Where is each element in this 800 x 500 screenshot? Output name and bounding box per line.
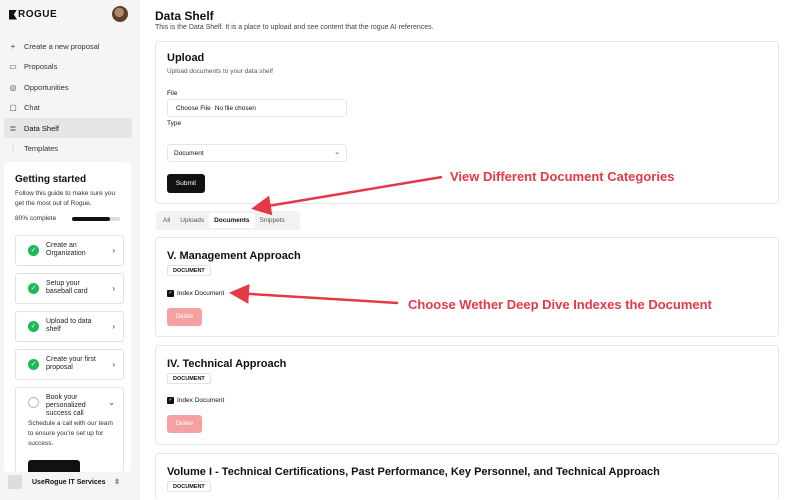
- logo[interactable]: ROGUE: [9, 9, 57, 20]
- sidebar-item-label: Data Shelf: [24, 123, 60, 133]
- upload-title: Upload: [167, 52, 205, 64]
- sidebar-item-opportunities[interactable]: ◎ Opportunities: [4, 77, 132, 97]
- tab-documents[interactable]: Documents: [209, 213, 255, 228]
- delete-button[interactable]: Delete: [167, 308, 202, 326]
- main-content: Data Shelf This is the Data Shelf. It is…: [140, 0, 800, 500]
- step-create-first-proposal[interactable]: ✓ Create your first proposal ›: [15, 349, 124, 380]
- step-setup-baseball-card[interactable]: ✓ Setup your baseball card ›: [15, 273, 124, 304]
- sidebar-item-label: Proposals: [24, 62, 58, 72]
- page-subtitle: This is the Data Shelf. It is a place to…: [155, 24, 434, 31]
- choose-file-button[interactable]: Choose File: [176, 105, 211, 112]
- progress-label: 80% complete: [15, 215, 57, 222]
- org-name: UseRogue IT Services: [32, 478, 106, 486]
- step-upload-data-shelf[interactable]: ✓ Upload to data shelf ›: [15, 311, 124, 342]
- sidebar-item-label: Chat: [24, 103, 40, 113]
- document-card: IV. Technical Approach DOCUMENT ✓ Index …: [155, 345, 779, 445]
- type-select-value: Document: [174, 149, 204, 157]
- getting-started-panel: Getting started Follow this guide to mak…: [4, 162, 131, 472]
- category-tabs: All Uploads Documents Snippets: [156, 211, 300, 230]
- document-badge: DOCUMENT: [167, 481, 211, 492]
- step-label: Upload to data shelf: [46, 318, 92, 333]
- chevron-down-icon: ⌄: [108, 398, 115, 407]
- chevron-right-icon: ›: [112, 284, 115, 293]
- chevron-right-icon: ›: [112, 360, 115, 369]
- target-icon: ◎: [9, 82, 17, 92]
- sidebar: ROGUE + Create a new proposal ▭ Proposal…: [0, 0, 140, 500]
- sidebar-item-proposals[interactable]: ▭ Proposals: [4, 57, 132, 77]
- document-card: V. Management Approach DOCUMENT ✓ Index …: [155, 237, 779, 337]
- file-input[interactable]: Choose File No file chosen: [167, 99, 347, 117]
- tab-all[interactable]: All: [158, 213, 175, 228]
- book-call-button[interactable]: [28, 460, 80, 472]
- chevron-right-icon: ›: [112, 322, 115, 331]
- getting-started-title: Getting started: [15, 174, 87, 185]
- sidebar-item-label: Templates: [24, 144, 59, 154]
- submit-button[interactable]: Submit: [167, 174, 205, 193]
- chevron-down-icon: ⌄: [334, 149, 340, 156]
- sidebar-nav: + Create a new proposal ▭ Proposals ◎ Op…: [4, 36, 132, 160]
- tab-uploads[interactable]: Uploads: [175, 213, 209, 228]
- step-create-organization[interactable]: ✓ Create an Organization ›: [15, 235, 124, 266]
- progress-bar: [72, 217, 120, 221]
- document-icon: ▭: [9, 62, 17, 72]
- upload-subtitle: Upload documents to your data shelf: [167, 68, 273, 75]
- sidebar-item-label: Create a new proposal: [24, 41, 100, 51]
- step-label: Book your personalized success call: [46, 394, 86, 417]
- annotation-index: Choose Wether Deep Dive Indexes the Docu…: [408, 297, 712, 312]
- chevron-updown-icon: ⇳: [114, 479, 120, 486]
- page-title: Data Shelf: [155, 9, 214, 23]
- getting-started-description: Follow this guide to make sure you get t…: [15, 190, 116, 207]
- file-label: File: [167, 90, 178, 97]
- sidebar-item-create-proposal[interactable]: + Create a new proposal: [4, 36, 132, 56]
- check-circle-icon: ✓: [28, 245, 39, 256]
- index-document-label: Index Document: [177, 290, 225, 297]
- check-circle-icon: ✓: [28, 359, 39, 370]
- step-book-success-call[interactable]: Book your personalized success call ⌄ Sc…: [15, 387, 124, 472]
- document-card: Volume I - Technical Certifications, Pas…: [155, 453, 779, 500]
- file-status: No file chosen: [214, 104, 256, 112]
- type-label: Type: [167, 120, 182, 127]
- annotation-categories: View Different Document Categories: [450, 169, 675, 184]
- step-description: Schedule a call with our team to ensure …: [28, 420, 113, 447]
- progress-bar-fill: [72, 217, 111, 221]
- document-badge: DOCUMENT: [167, 265, 211, 276]
- chevron-right-icon: ›: [112, 246, 115, 255]
- plus-icon: +: [10, 41, 16, 51]
- logo-text: ROGUE: [18, 9, 58, 20]
- index-document-checkbox[interactable]: ✓: [167, 290, 174, 297]
- rogue-logo-icon: [9, 9, 17, 20]
- delete-button[interactable]: Delete: [167, 415, 202, 433]
- sidebar-item-data-shelf[interactable]: ≣ Data Shelf: [4, 118, 132, 139]
- chat-icon: ▢: [9, 103, 17, 113]
- org-logo-icon: [8, 475, 22, 489]
- document-title: Volume I - Technical Certifications, Pas…: [167, 466, 660, 478]
- database-icon: ≣: [9, 123, 17, 133]
- sliders-icon: ⫶: [12, 143, 14, 153]
- step-label: Create your first proposal: [46, 356, 96, 371]
- avatar[interactable]: [112, 6, 128, 22]
- step-label: Setup your baseball card: [46, 280, 88, 295]
- check-circle-icon: ✓: [28, 321, 39, 332]
- index-document-checkbox[interactable]: ✓: [167, 397, 174, 404]
- document-title: IV. Technical Approach: [167, 358, 287, 370]
- sidebar-item-chat[interactable]: ▢ Chat: [4, 98, 132, 118]
- org-switcher[interactable]: UseRogue IT Services ⇳: [4, 472, 134, 492]
- document-title: V. Management Approach: [167, 250, 301, 262]
- step-label: Create an Organization: [46, 242, 86, 257]
- document-badge: DOCUMENT: [167, 373, 211, 384]
- type-select[interactable]: Document ⌄: [167, 144, 347, 162]
- empty-circle-icon: [28, 397, 39, 408]
- tab-snippets[interactable]: Snippets: [255, 213, 290, 228]
- check-circle-icon: ✓: [28, 283, 39, 294]
- index-document-label: Index Document: [177, 397, 225, 404]
- sidebar-item-templates[interactable]: ⫶ Templates: [4, 139, 132, 159]
- sidebar-item-label: Opportunities: [24, 82, 69, 92]
